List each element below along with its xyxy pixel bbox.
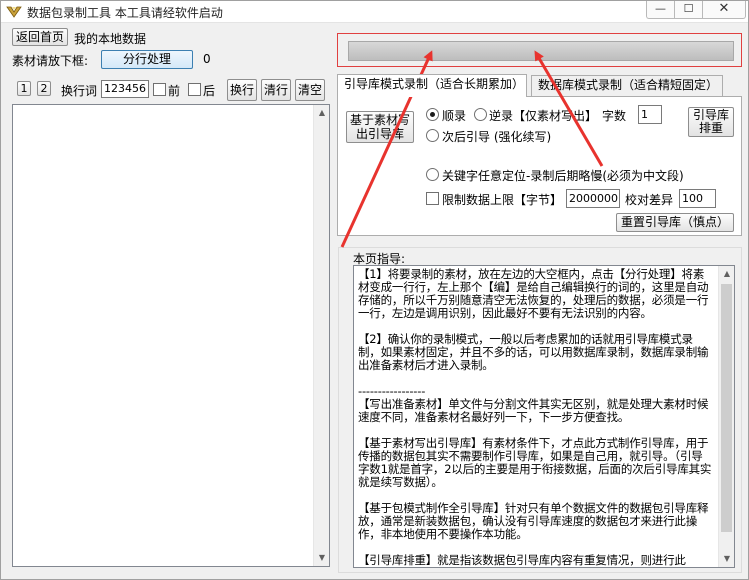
front-checkbox[interactable] — [153, 83, 166, 96]
guide-text: 【1】将要录制的素材，放在左边的大空框内，点击【分行处理】将素材变成一行行，左上… — [358, 267, 712, 567]
guide-paragraph: 【写出准备素材】单文件与分割文件其实无区别，就是处理大素材时候速度不同，准备素材… — [358, 397, 709, 424]
material-label: 素材请放下框: — [12, 54, 89, 68]
split-lines-button[interactable]: 分行处理 — [101, 50, 193, 69]
guide-paragraph: 【基于素材写出引导库】有素材条件下，才点此方式制作引导库，用于传播的数据包其实不… — [358, 436, 712, 489]
reset-guide-button[interactable]: 重置引导库（慎点） — [616, 213, 734, 232]
material-scrollbar[interactable]: ▲ ▼ — [313, 105, 329, 566]
scroll-up-arrow-icon[interactable]: ▲ — [719, 266, 734, 282]
newline-word-input[interactable]: 123456 — [101, 80, 149, 98]
next-guide-label: 次后引导 (强化续写) — [442, 130, 552, 144]
order-label: 顺录 — [442, 109, 467, 123]
char-count-input[interactable]: 1 — [638, 105, 662, 124]
scroll-down-arrow-icon[interactable]: ▼ — [719, 551, 734, 567]
keyword-position-radio[interactable] — [426, 168, 439, 181]
back-home-button[interactable]: 返回首页 — [12, 28, 68, 46]
preset-1-button[interactable]: 1 — [17, 81, 31, 96]
newline-word-label: 换行词 — [61, 84, 98, 98]
progress-bar — [348, 41, 734, 61]
write-guide-library-button[interactable]: 基于素材写 出引导库 — [346, 111, 414, 143]
guide-paragraph: 【2】确认你的录制模式，一般以后考虑累加的话就用引导库模式录制，如果素材固定，并… — [358, 332, 709, 372]
reverse-radio[interactable] — [474, 108, 487, 121]
progress-highlight-box — [337, 33, 742, 67]
main-window: 数据包录制工具 本工具请经软件启动 — ☐ ✕ 返回首页 我的本地数据 素材请放… — [0, 0, 749, 580]
tab-database-mode[interactable]: 数据库模式录制（适合精短固定） — [531, 75, 723, 96]
guide-section: 本页指导: 【1】将要录制的素材，放在左边的大空框内，点击【分行处理】将素材变成… — [338, 247, 742, 573]
material-textarea[interactable]: ▲ ▼ — [12, 104, 330, 567]
wrap-button[interactable]: 换行 — [227, 79, 257, 101]
char-count-label: 字数 — [602, 109, 627, 123]
next-guide-radio[interactable] — [426, 129, 439, 142]
guide-scrollbar[interactable]: ▲ ▼ — [718, 266, 734, 567]
title-bar: 数据包录制工具 本工具请经软件启动 — ☐ ✕ — [1, 1, 748, 23]
front-label: 前 — [168, 84, 181, 98]
my-local-data-label: 我的本地数据 — [74, 32, 147, 46]
app-logo-icon — [6, 6, 22, 18]
limit-data-label: 限制数据上限【字节】 — [442, 193, 563, 207]
minimize-button[interactable]: — — [646, 1, 674, 19]
tab-guide-mode[interactable]: 引导库模式录制（适合长期累加） — [337, 74, 527, 97]
guide-paragraph: 【引导库排重】就是指该数据包引导库内容有重复情况，则进行此 — [358, 553, 686, 567]
window-title: 数据包录制工具 本工具请经软件启动 — [27, 6, 223, 20]
guide-paragraph: 【1】将要录制的素材，放在左边的大空框内，点击【分行处理】将素材变成一行行，左上… — [358, 267, 709, 320]
diff-label: 校对差异 — [625, 193, 674, 207]
scroll-down-arrow-icon[interactable]: ▼ — [314, 550, 330, 566]
line-count-value: 0 — [203, 52, 211, 66]
dedupe-guide-button[interactable]: 引导库 排重 — [688, 107, 734, 137]
scroll-up-arrow-icon[interactable]: ▲ — [314, 105, 330, 121]
diff-input[interactable]: 100 — [679, 189, 716, 208]
clear-line-button[interactable]: 清行 — [261, 79, 291, 101]
limit-data-checkbox[interactable] — [426, 192, 439, 205]
close-button[interactable]: ✕ — [702, 1, 746, 19]
reverse-label: 逆录【仅素材写出】 — [489, 109, 598, 123]
order-radio[interactable] — [426, 108, 439, 121]
scroll-thumb[interactable] — [721, 284, 732, 532]
guide-mode-panel: 基于素材写 出引导库 顺录 逆录【仅素材写出】 字数 1 引导库 排重 次后引导… — [337, 96, 742, 236]
keyword-position-label: 关键字任意定位-录制后期略慢(必须为中文段) — [442, 169, 684, 183]
clear-all-button[interactable]: 清空 — [295, 79, 325, 101]
guide-textbox[interactable]: 【1】将要录制的素材，放在左边的大空框内，点击【分行处理】将素材变成一行行，左上… — [353, 265, 735, 568]
back-checkbox[interactable] — [188, 83, 201, 96]
back-label: 后 — [203, 84, 216, 98]
guide-paragraph: 【基于包模式制作全引导库】针对只有单个数据文件的数据包引导库释放，通常是新装数据… — [358, 501, 709, 541]
limit-data-input[interactable]: 2000000 — [566, 189, 620, 208]
preset-2-button[interactable]: 2 — [37, 81, 51, 96]
maximize-button[interactable]: ☐ — [674, 1, 702, 19]
